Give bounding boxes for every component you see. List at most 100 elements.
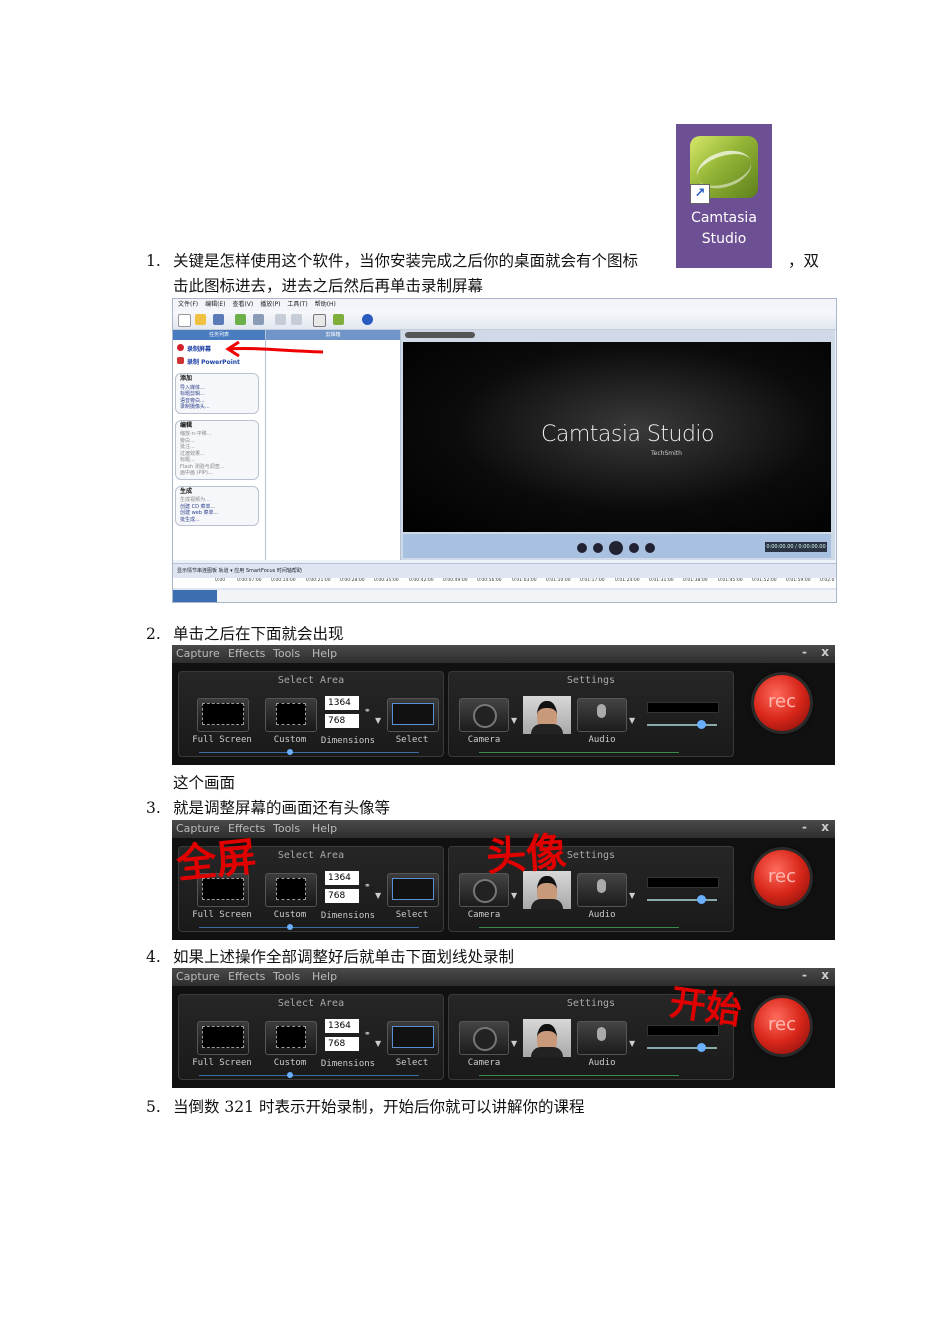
menu-tools[interactable]: Tools bbox=[273, 647, 300, 660]
area-slider-track[interactable] bbox=[199, 927, 419, 928]
settings-panel: Settings ▼ Camera ▼ Audio bbox=[448, 671, 734, 757]
menu-play[interactable]: 播放(P) bbox=[260, 299, 280, 311]
audio-button[interactable] bbox=[577, 873, 627, 907]
area-slider-track[interactable] bbox=[199, 1075, 419, 1076]
dimensions-dropdown-icon[interactable]: ▼ bbox=[375, 716, 381, 725]
volume-slider-track[interactable] bbox=[647, 1047, 717, 1049]
record-screen-tool-icon[interactable] bbox=[313, 314, 326, 327]
minimize-button[interactable]: - bbox=[802, 820, 807, 834]
full-screen-button[interactable] bbox=[197, 698, 249, 732]
custom-icon bbox=[276, 1026, 306, 1048]
rec-button[interactable]: rec bbox=[754, 998, 810, 1054]
minimize-button[interactable]: - bbox=[802, 968, 807, 982]
preview-title-bar bbox=[405, 332, 475, 338]
redo-icon[interactable] bbox=[291, 314, 302, 325]
audio-button[interactable] bbox=[577, 698, 627, 732]
area-slider-track[interactable] bbox=[199, 752, 419, 753]
save-icon[interactable] bbox=[213, 314, 224, 325]
custom-button[interactable] bbox=[265, 873, 317, 907]
play-icon[interactable] bbox=[609, 541, 623, 555]
camera-dropdown-icon[interactable]: ▼ bbox=[511, 891, 517, 900]
menu-tools[interactable]: Tools bbox=[273, 822, 300, 835]
camtasia-desktop-icon[interactable]: ↗ Camtasia Studio bbox=[676, 124, 772, 268]
menu-edit[interactable]: 编辑(E) bbox=[205, 299, 225, 311]
ruler-tick: 0:01:10:00 bbox=[546, 578, 571, 583]
camera-button[interactable] bbox=[459, 698, 509, 732]
undo-icon[interactable] bbox=[275, 314, 286, 325]
volume-slider-knob[interactable] bbox=[697, 1043, 706, 1052]
area-slider-knob[interactable] bbox=[287, 924, 293, 930]
menu-effects[interactable]: Effects bbox=[228, 970, 265, 983]
select-label: Select bbox=[395, 735, 429, 745]
new-icon[interactable] bbox=[178, 314, 191, 327]
custom-button[interactable] bbox=[265, 698, 317, 732]
audio-dropdown-icon[interactable]: ▼ bbox=[629, 716, 635, 725]
help-icon[interactable] bbox=[362, 314, 373, 325]
audio-dropdown-icon[interactable]: ▼ bbox=[629, 1039, 635, 1048]
volume-slider-track[interactable] bbox=[647, 724, 717, 726]
full-screen-button[interactable] bbox=[197, 1021, 249, 1055]
menu-view[interactable]: 查看(V) bbox=[232, 299, 253, 311]
height-input[interactable]: 768 bbox=[325, 1037, 359, 1051]
rec-button[interactable]: rec bbox=[754, 675, 810, 731]
lock-icon[interactable]: ⚭ bbox=[364, 706, 371, 715]
rec-button[interactable]: rec bbox=[754, 850, 810, 906]
skip-forward-icon[interactable] bbox=[645, 543, 655, 553]
width-input[interactable]: 1364 bbox=[325, 871, 359, 885]
lock-icon[interactable]: ⚭ bbox=[364, 1029, 371, 1038]
camera-dropdown-icon[interactable]: ▼ bbox=[511, 716, 517, 725]
shortcut-arrow-icon: ↗ bbox=[690, 184, 710, 204]
menu-help[interactable]: Help bbox=[312, 970, 337, 983]
group-link[interactable]: 画中画 (PIP)... bbox=[180, 470, 254, 477]
timeline-ruler[interactable]: 0:00 0:00:07:00 0:00:14:00 0:00:21:00 0:… bbox=[173, 578, 836, 588]
camtasia-tool-icon[interactable] bbox=[333, 314, 344, 325]
close-button[interactable]: x bbox=[821, 968, 829, 982]
menu-tools[interactable]: Tools bbox=[273, 970, 300, 983]
group-title: 添加 bbox=[180, 375, 193, 382]
lock-icon[interactable]: ⚭ bbox=[364, 881, 371, 890]
dimensions-dropdown-icon[interactable]: ▼ bbox=[375, 891, 381, 900]
volume-slider-knob[interactable] bbox=[697, 895, 706, 904]
camera-dropdown-icon[interactable]: ▼ bbox=[511, 1039, 517, 1048]
group-link[interactable]: 批生成... bbox=[180, 517, 254, 524]
volume-slider-track[interactable] bbox=[647, 899, 717, 901]
record-dot-icon bbox=[177, 344, 184, 351]
height-input[interactable]: 768 bbox=[325, 889, 359, 903]
group-link[interactable]: 录制摄像头... bbox=[180, 404, 254, 411]
volume-slider-knob[interactable] bbox=[697, 720, 706, 729]
select-button[interactable] bbox=[387, 1021, 439, 1055]
close-button[interactable]: x bbox=[821, 820, 829, 834]
audio-button[interactable] bbox=[577, 1021, 627, 1055]
open-icon[interactable] bbox=[195, 314, 206, 325]
height-input[interactable]: 768 bbox=[325, 714, 359, 728]
ruler-tick: 0:01:38:00 bbox=[683, 578, 708, 583]
menu-file[interactable]: 文件(F) bbox=[178, 299, 198, 311]
produce-icon[interactable] bbox=[253, 314, 264, 325]
camera-button[interactable] bbox=[459, 1021, 509, 1055]
ruler-tick: 0:01:17:00 bbox=[580, 578, 605, 583]
dimensions-dropdown-icon[interactable]: ▼ bbox=[375, 1039, 381, 1048]
fast-forward-icon[interactable] bbox=[629, 543, 639, 553]
rewind-icon[interactable] bbox=[593, 543, 603, 553]
menu-capture[interactable]: Capture bbox=[176, 970, 220, 983]
menu-help[interactable]: 帮助(H) bbox=[315, 299, 336, 311]
import-icon[interactable] bbox=[235, 314, 246, 325]
menu-effects[interactable]: Effects bbox=[228, 647, 265, 660]
area-slider-knob[interactable] bbox=[287, 1072, 293, 1078]
menu-capture[interactable]: Capture bbox=[176, 647, 220, 660]
menu-help[interactable]: Help bbox=[312, 822, 337, 835]
width-input[interactable]: 1364 bbox=[325, 696, 359, 710]
close-button[interactable]: x bbox=[821, 645, 829, 659]
skip-back-icon[interactable] bbox=[577, 543, 587, 553]
select-button[interactable] bbox=[387, 873, 439, 907]
width-input[interactable]: 1364 bbox=[325, 1019, 359, 1033]
video-track[interactable] bbox=[173, 590, 836, 602]
audio-dropdown-icon[interactable]: ▼ bbox=[629, 891, 635, 900]
label-line-2: Studio bbox=[701, 231, 747, 247]
custom-button[interactable] bbox=[265, 1021, 317, 1055]
minimize-button[interactable]: - bbox=[802, 645, 807, 659]
select-button[interactable] bbox=[387, 698, 439, 732]
menu-help[interactable]: Help bbox=[312, 647, 337, 660]
area-slider-knob[interactable] bbox=[287, 749, 293, 755]
menu-tools[interactable]: 工具(T) bbox=[287, 299, 307, 311]
